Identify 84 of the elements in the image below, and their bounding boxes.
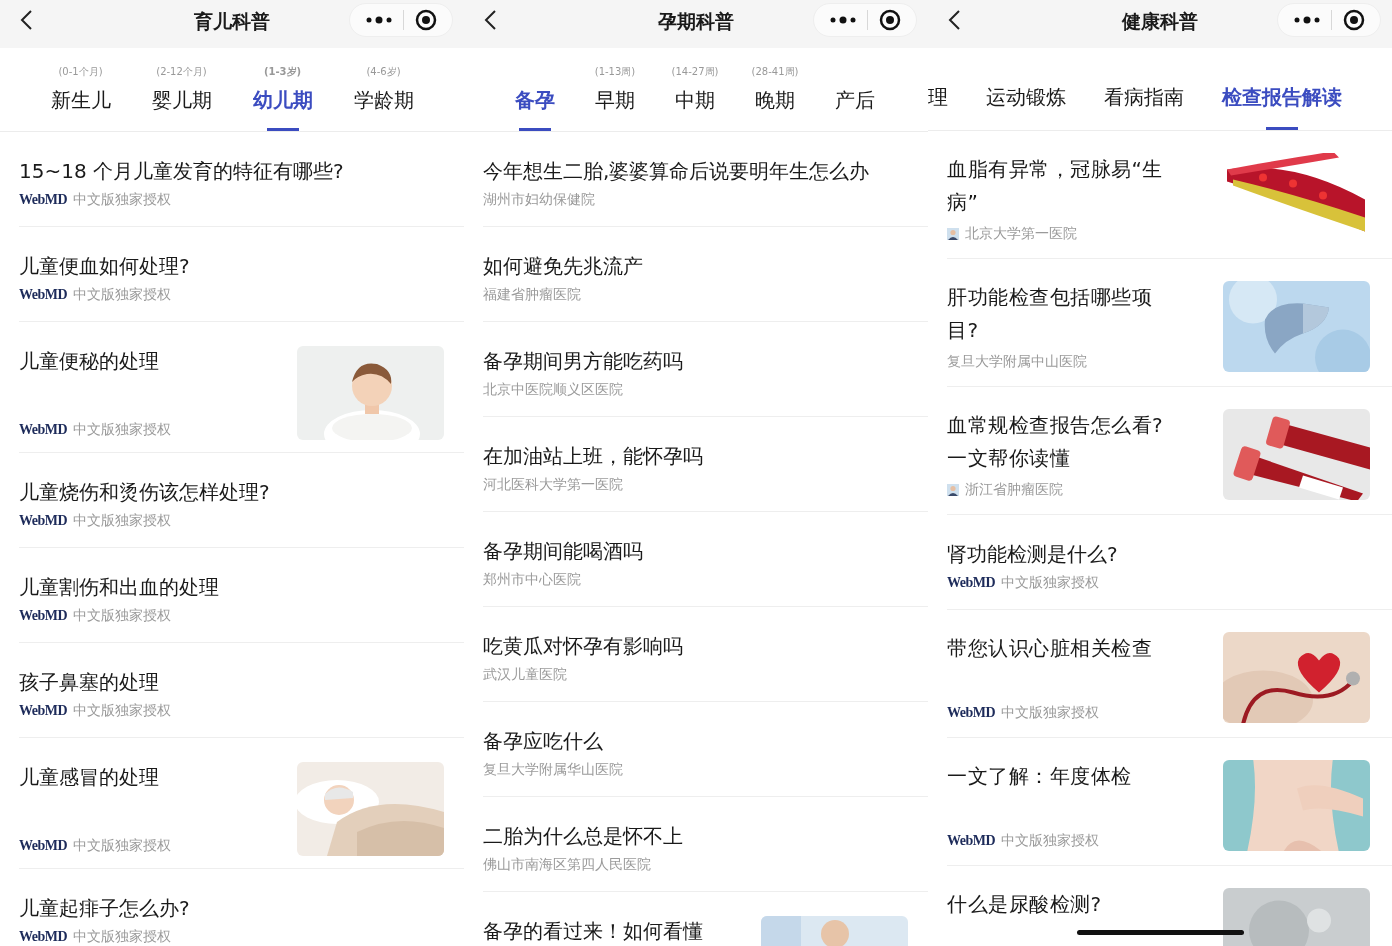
webmd-logo: WebMD xyxy=(19,287,68,303)
article-title[interactable]: 备孕应吃什么 xyxy=(483,726,623,756)
tab[interactable]: (4-6岁) 学龄期 xyxy=(333,48,434,131)
source-text: 中文版独家授权 xyxy=(1001,574,1100,592)
more-icon[interactable] xyxy=(1293,16,1320,24)
more-icon[interactable] xyxy=(829,16,856,24)
webmd-logo: WebMD xyxy=(19,513,68,529)
article-title[interactable]: 儿童感冒的处理 xyxy=(19,762,172,792)
article-title[interactable]: 孩子鼻塞的处理 xyxy=(19,667,172,697)
webmd-logo: WebMD xyxy=(19,703,68,719)
article-title[interactable]: 15~18 个月儿童发育的特征有哪些? xyxy=(19,156,344,186)
source-text: 中文版独家授权 xyxy=(1001,704,1100,722)
source-text: 河北医科大学第一医院 xyxy=(483,476,623,494)
more-icon[interactable] xyxy=(365,16,392,24)
source-text: 中文版独家授权 xyxy=(73,512,172,530)
tab[interactable]: (28-41周) 晚期 xyxy=(735,48,815,131)
back-icon[interactable] xyxy=(483,9,497,31)
article-title[interactable]: 肾功能检测是什么? xyxy=(947,539,1118,569)
webmd-logo: WebMD xyxy=(947,575,996,591)
article-title[interactable]: 备孕的看过来！如何看懂 xyxy=(483,916,703,946)
source-text: 中文版独家授权 xyxy=(73,837,172,855)
tab[interactable]: 检查报告解读 xyxy=(1222,48,1342,130)
source-text: 中文版独家授权 xyxy=(73,928,172,946)
source-text: 中文版独家授权 xyxy=(73,191,172,209)
article-title[interactable]: 吃黄瓜对怀孕有影响吗 xyxy=(483,631,683,661)
source-text: 中文版独家授权 xyxy=(73,286,172,304)
source-text: 浙江省肿瘤医院 xyxy=(965,481,1063,499)
source-text: 复旦大学附属华山医院 xyxy=(483,761,623,779)
tab[interactable]: 运动锻炼 xyxy=(986,48,1066,130)
source-text: 复旦大学附属中山医院 xyxy=(947,353,1087,371)
tab[interactable]: 看病指南 xyxy=(1104,48,1184,130)
tab[interactable]: (14-27周) 中期 xyxy=(655,48,735,131)
webmd-logo: WebMD xyxy=(19,838,68,854)
article-title[interactable]: 今年想生二胎,婆婆算命后说要明年生怎么办 xyxy=(483,156,870,186)
webmd-logo: WebMD xyxy=(19,192,68,208)
target-icon[interactable] xyxy=(878,9,901,31)
webmd-logo: WebMD xyxy=(947,833,996,849)
webmd-logo: WebMD xyxy=(19,608,68,624)
source-text: 中文版独家授权 xyxy=(73,421,172,439)
source-text: 北京中医院顺义区医院 xyxy=(483,381,623,399)
article-title[interactable]: 带您认识心脏相关检查 xyxy=(947,632,1183,665)
page-title: 健康科普 xyxy=(1120,9,1199,34)
article-title[interactable]: 肝功能检查包括哪些项目? xyxy=(947,281,1183,347)
article-title[interactable]: 血脂有异常，冠脉易“生病” xyxy=(947,153,1183,219)
webmd-logo: WebMD xyxy=(19,422,68,438)
source-text: 佛山市南海区第四人民医院 xyxy=(483,856,651,874)
tab[interactable]: 备孕 xyxy=(495,48,575,131)
webmd-logo: WebMD xyxy=(947,705,996,721)
article-title[interactable]: 在加油站上班，能怀孕吗 xyxy=(483,441,703,471)
source-text: 福建省肿瘤医院 xyxy=(483,286,581,304)
source-text: 湖州市妇幼保健院 xyxy=(483,191,595,209)
source-text: 中文版独家授权 xyxy=(1001,832,1100,850)
source-text: 郑州市中心医院 xyxy=(483,571,581,589)
tab[interactable]: 产后 xyxy=(815,48,895,131)
tab[interactable]: (1-13周) 早期 xyxy=(575,48,655,131)
article-title[interactable]: 儿童割伤和出血的处理 xyxy=(19,572,219,602)
tab[interactable]: 理 xyxy=(928,48,948,130)
back-icon[interactable] xyxy=(947,9,961,31)
tab[interactable]: (2-12个月) 婴儿期 xyxy=(131,48,232,131)
target-icon[interactable] xyxy=(414,9,437,31)
tab[interactable]: (1-3岁) 幼儿期 xyxy=(232,48,333,131)
page-title: 孕期科普 xyxy=(657,9,735,34)
webmd-logo: WebMD xyxy=(19,929,68,945)
source-text: 中文版独家授权 xyxy=(73,702,172,720)
source-text: 北京大学第一医院 xyxy=(965,225,1077,243)
article-title[interactable]: 儿童起痱子怎么办? xyxy=(19,893,190,923)
article-title[interactable]: 儿童便血如何处理? xyxy=(19,251,190,281)
tab[interactable]: (0-1个月) 新生儿 xyxy=(30,48,131,131)
article-title[interactable]: 儿童烧伤和烫伤该怎样处理? xyxy=(19,477,270,507)
article-title[interactable]: 血常规检查报告怎么看?一文帮你读懂 xyxy=(947,409,1183,475)
article-title[interactable]: 如何避免先兆流产 xyxy=(483,251,643,281)
article-title[interactable]: 一文了解：年度体检 xyxy=(947,760,1183,793)
avatar-icon xyxy=(947,228,959,240)
article-title[interactable]: 备孕期间男方能吃药吗 xyxy=(483,346,683,376)
article-title[interactable]: 备孕期间能喝酒吗 xyxy=(483,536,643,566)
source-text: 武汉儿童医院 xyxy=(483,666,567,684)
article-title[interactable]: 儿童便秘的处理 xyxy=(19,346,172,376)
article-title[interactable]: 二胎为什么总是怀不上 xyxy=(483,821,683,851)
article-title[interactable]: 什么是尿酸检测? xyxy=(947,888,1183,921)
page-title: 育儿科普 xyxy=(193,9,271,34)
avatar-icon xyxy=(947,484,959,496)
source-text: 中文版独家授权 xyxy=(73,607,172,625)
target-icon[interactable] xyxy=(1342,9,1365,31)
back-icon[interactable] xyxy=(19,9,33,31)
